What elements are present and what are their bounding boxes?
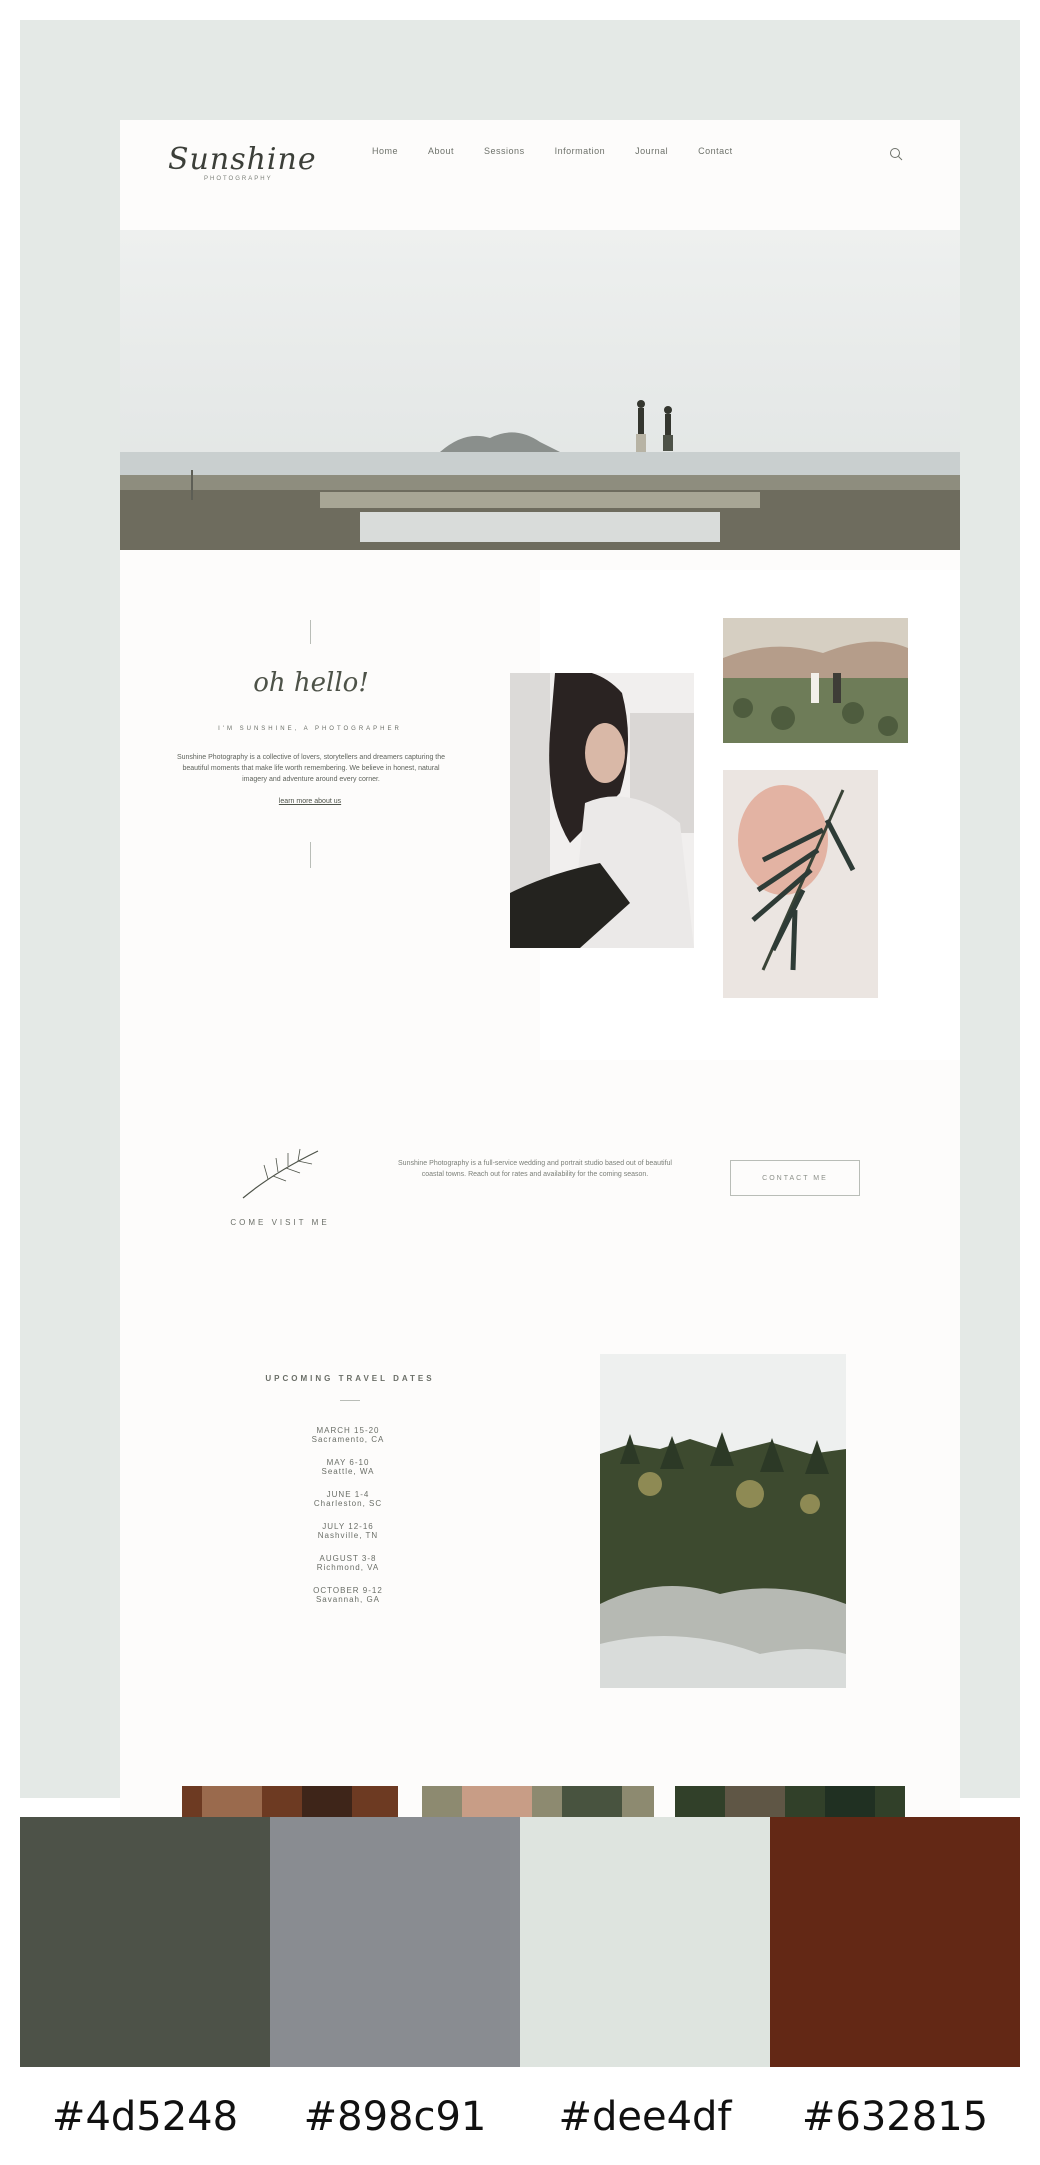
travel-heading: UPCOMING TRAVEL DATES — [265, 1374, 435, 1383]
thumbnail-photo-2 — [422, 1786, 654, 1818]
about-learn-more-link[interactable]: learn more about us — [260, 796, 360, 807]
list-item: MARCH 15-20 Sacramento, CA — [298, 1426, 398, 1444]
palette-swatch-4 — [770, 1817, 1020, 2067]
thumbnail-photo-1 — [182, 1786, 398, 1818]
list-item: JULY 12-16 Nashville, TN — [298, 1522, 398, 1540]
mockup-frame: Sunshine PHOTOGRAPHY Home About Sessions… — [20, 20, 1020, 1818]
travel-heading-underline — [340, 1400, 360, 1401]
travel-place: Savannah, GA — [315, 1595, 381, 1604]
nav-item-sessions[interactable]: Sessions — [484, 146, 525, 156]
divider-top — [310, 620, 311, 644]
travel-dates-list: MARCH 15-20 Sacramento, CA MAY 6-10 Seattl… — [298, 1426, 398, 1618]
cta-text: Sunshine Photography is a full-service w… — [398, 1160, 672, 1178]
cta-caption: COME VISIT ME — [230, 1218, 330, 1227]
list-item: MAY 6-10 Seattle, WA — [298, 1458, 398, 1476]
travel-date: JULY 12-16 — [322, 1522, 374, 1531]
list-item: JUNE 1-4 Charleston, SC — [298, 1490, 398, 1508]
travel-date: MAY 6-10 — [326, 1458, 370, 1467]
nav-item-about[interactable]: About — [428, 146, 454, 156]
travel-place: Nashville, TN — [317, 1531, 379, 1540]
nav-item-contact[interactable]: Contact — [698, 146, 733, 156]
travel-date: JUNE 1-4 — [326, 1490, 370, 1499]
list-item: AUGUST 3-8 Richmond, VA — [298, 1554, 398, 1572]
feather-icon — [242, 1148, 319, 1199]
website-page: Sunshine PHOTOGRAPHY Home About Sessions… — [120, 120, 960, 1818]
travel-place: Seattle, WA — [321, 1467, 375, 1476]
forest-cliff-photo — [600, 1354, 846, 1688]
palette-swatch-3 — [520, 1817, 770, 2067]
divider-bottom — [310, 842, 311, 868]
search-icon[interactable] — [888, 146, 904, 162]
travel-date: OCTOBER 9-12 — [313, 1586, 383, 1595]
travel-place: Charleston, SC — [313, 1499, 383, 1508]
palette-label-2: #898c91 — [303, 2094, 487, 2140]
about-subtitle: I'M SUNSHINE, A PHOTOGRAPHER — [218, 726, 402, 732]
site-logo-subtitle: PHOTOGRAPHY — [204, 176, 273, 182]
about-script-title: oh hello! — [253, 668, 369, 698]
palette-swatch-1 — [20, 1817, 270, 2067]
main-nav: Home About Sessions Information Journal … — [372, 146, 733, 156]
palm-leaf-photo — [723, 770, 878, 998]
hero-image — [120, 230, 960, 550]
nav-item-information[interactable]: Information — [555, 146, 606, 156]
contact-me-button[interactable]: CONTACT ME — [730, 1160, 860, 1196]
travel-date: AUGUST 3-8 — [319, 1554, 377, 1563]
nav-item-home[interactable]: Home — [372, 146, 398, 156]
travel-date: MARCH 15-20 — [316, 1426, 380, 1435]
palette-label-4: #632815 — [801, 2094, 989, 2140]
palette-label-1: #4d5248 — [51, 2094, 239, 2140]
travel-place: Richmond, VA — [316, 1563, 380, 1572]
site-logo[interactable]: Sunshine — [168, 142, 317, 177]
about-body: Sunshine Photography is a collective of … — [176, 754, 446, 783]
nav-item-journal[interactable]: Journal — [635, 146, 668, 156]
desert-couple-photo — [723, 618, 908, 743]
list-item: OCTOBER 9-12 Savannah, GA — [298, 1586, 398, 1604]
thumbnail-photo-3 — [675, 1786, 905, 1818]
palette-label-3: #dee4df — [558, 2094, 732, 2140]
portrait-photo — [510, 673, 694, 948]
travel-place: Sacramento, CA — [311, 1435, 385, 1444]
palette-swatch-2 — [270, 1817, 520, 2067]
